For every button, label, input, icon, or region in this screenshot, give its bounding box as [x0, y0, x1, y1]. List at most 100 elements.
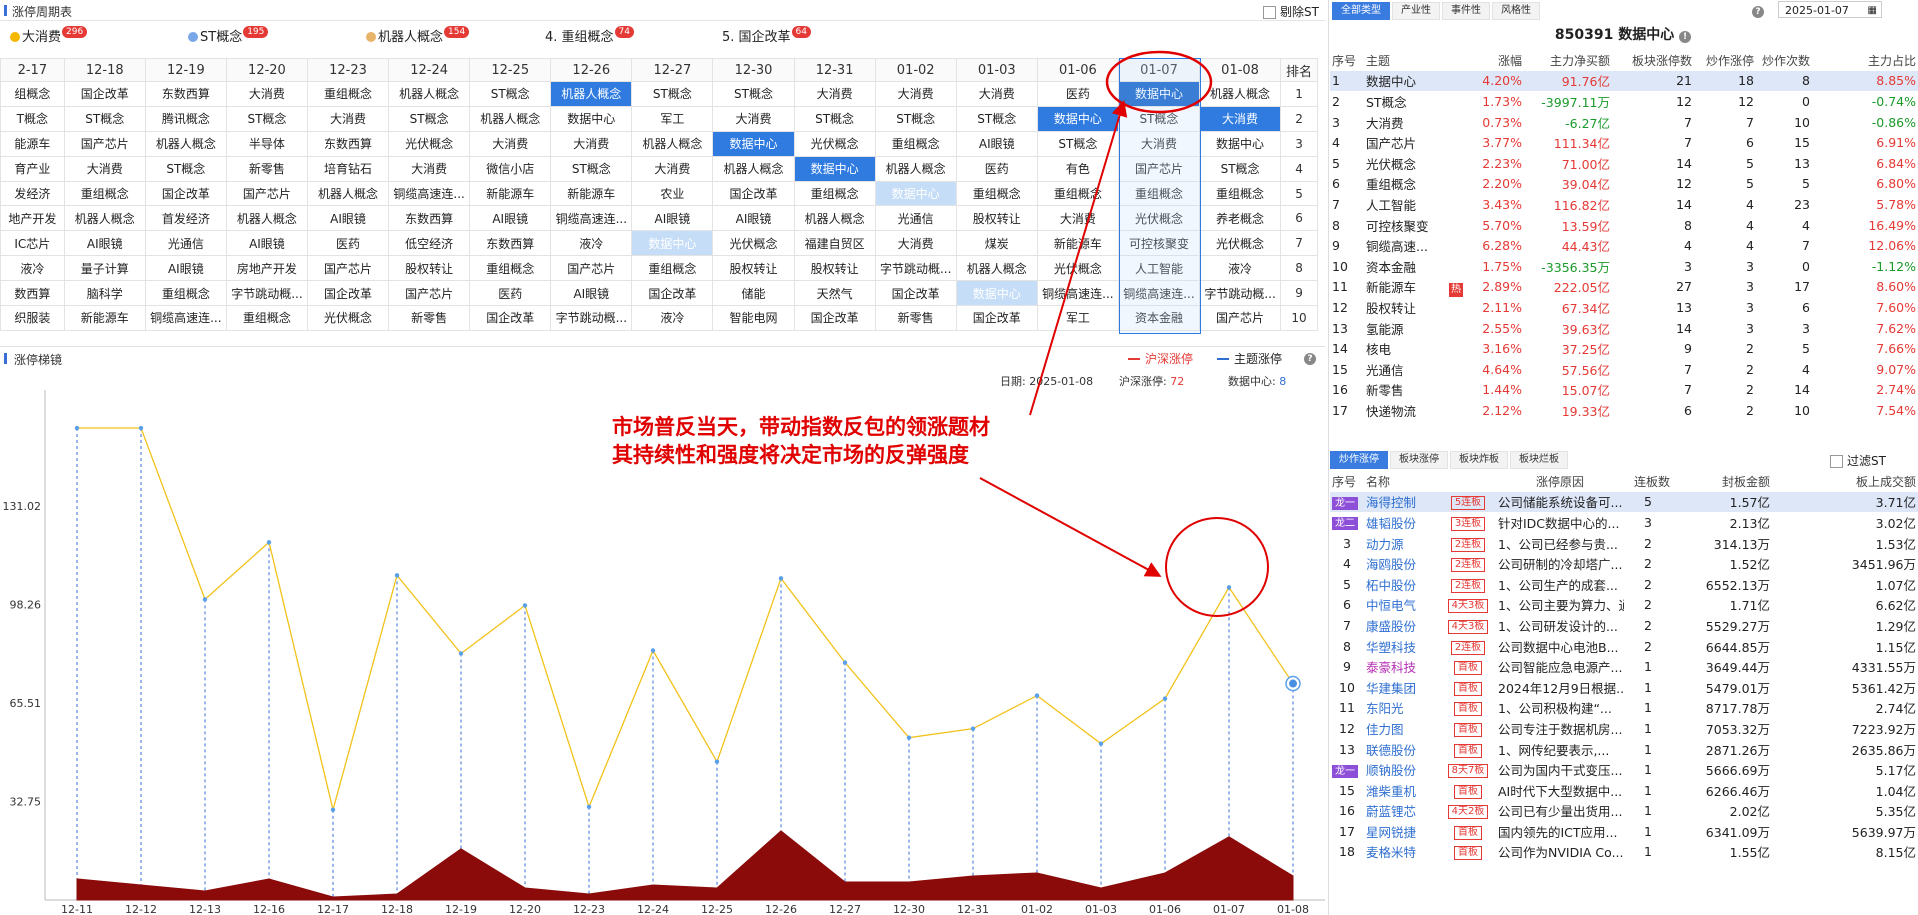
- stock-reason[interactable]: 1、公司主要为算力、通...: [1496, 595, 1624, 616]
- stock-name[interactable]: 动力源: [1364, 533, 1440, 554]
- sector-row[interactable]: 3 大消费 0.73% -6.27亿 7 7 10 -0.86%: [1330, 112, 1918, 133]
- stock-name[interactable]: 华塑科技: [1364, 636, 1440, 657]
- sector-header[interactable]: 主题: [1364, 50, 1458, 71]
- stock-row[interactable]: 9 泰豪科技 首板 公司智能应急电源产... 1 3649.44万 4331.55万: [1330, 656, 1918, 677]
- filter-st-toggle[interactable]: 过滤ST: [1830, 452, 1886, 469]
- sector-row[interactable]: 10 资本金融 1.75% -3356.35万 3 3 0 -1.12%: [1330, 256, 1918, 277]
- sector-row[interactable]: 14 核电 3.16% 37.25亿 9 2 5 7.66%: [1330, 338, 1918, 359]
- sector-header[interactable]: 炒作涨停: [1694, 50, 1756, 71]
- tab-event[interactable]: 事件性: [1442, 2, 1490, 20]
- stock-reason[interactable]: 公司为国内干式变压...: [1496, 759, 1624, 780]
- stock-name[interactable]: 康盛股份: [1364, 615, 1440, 636]
- stock-name[interactable]: 顺钠股份: [1364, 759, 1440, 780]
- filter-st-checkbox[interactable]: [1830, 455, 1843, 468]
- stock-header[interactable]: 序号: [1330, 471, 1364, 492]
- stock-name[interactable]: 泰豪科技: [1364, 656, 1440, 677]
- tab-all-types[interactable]: 全部类型: [1332, 2, 1390, 20]
- sector-row[interactable]: 7 人工智能 3.43% 116.82亿 14 4 23 5.78%: [1330, 194, 1918, 215]
- stock-name[interactable]: 联德股份: [1364, 739, 1440, 760]
- stock-reason[interactable]: 1、公司已经参与贵...: [1496, 533, 1624, 554]
- stock-header[interactable]: 连板数: [1624, 471, 1672, 492]
- stock-name[interactable]: 海得控制: [1364, 491, 1440, 513]
- tab-hype-limitup[interactable]: 炒作涨停: [1330, 451, 1388, 469]
- stock-name[interactable]: 蔚蓝锂芯: [1364, 801, 1440, 822]
- stock-name[interactable]: 佳力图: [1364, 718, 1440, 739]
- stock-row[interactable]: 12 佳力图 首板 公司专注于数据机房... 1 7053.32万 7223.92万: [1330, 718, 1918, 739]
- sector-header[interactable]: 序号: [1330, 50, 1364, 71]
- sector-row[interactable]: 2 ST概念 1.73% -3997.11万 12 12 0 -0.74%: [1330, 91, 1918, 112]
- stock-name[interactable]: 雄韬股份: [1364, 512, 1440, 533]
- stock-reason[interactable]: 2024年12月9日根据...: [1496, 677, 1624, 698]
- stock-name[interactable]: 东阳光: [1364, 698, 1440, 719]
- sector-row[interactable]: 9 铜缆高速... 6.28% 44.43亿 4 4 7 12.06%: [1330, 235, 1918, 256]
- stock-row[interactable]: 6 中恒电气4天3板1、公司主要为算力、通... 2 1.71亿 6.62亿: [1330, 595, 1918, 616]
- stock-name[interactable]: 华建集团: [1364, 677, 1440, 698]
- tab-style[interactable]: 风格性: [1492, 2, 1540, 20]
- stock-reason[interactable]: 公司专注于数据机房...: [1496, 718, 1624, 739]
- sector-row[interactable]: 1 数据中心 4.20% 91.76亿 21 18 8 8.85%: [1330, 70, 1918, 92]
- stock-reason[interactable]: 公司数据中心电池B...: [1496, 636, 1624, 657]
- tab-industry[interactable]: 产业性: [1392, 2, 1440, 20]
- sector-header[interactable]: 板块涨停数: [1612, 50, 1694, 71]
- stock-reason[interactable]: 1、公司生产的成套...: [1496, 574, 1624, 595]
- stock-row[interactable]: 10 华建集团 首板 2024年12月9日根据... 1 5479.01万 5361.42万: [1330, 677, 1918, 698]
- stock-row[interactable]: 5 柘中股份 2连板 1、公司生产的成套... 2 6552.13万 1.07亿: [1330, 574, 1918, 595]
- sector-row[interactable]: 4 国产芯片 3.77% 111.34亿 7 6 15 6.91%: [1330, 132, 1918, 153]
- tab-sector-rotten[interactable]: 板块烂板: [1510, 451, 1568, 469]
- sector-header[interactable]: 炒作次数: [1756, 50, 1812, 71]
- sector-header[interactable]: 主力净买额: [1524, 50, 1612, 71]
- stock-reason[interactable]: 公司储能系统设备可...: [1496, 491, 1624, 513]
- stock-reason[interactable]: 1、网传纪要表示,...: [1496, 739, 1624, 760]
- date-picker[interactable]: 2025-01-07 ▦: [1778, 1, 1882, 18]
- stock-header[interactable]: [1440, 471, 1496, 492]
- stock-name[interactable]: 麦格米特: [1364, 842, 1440, 863]
- stock-row[interactable]: 7 康盛股份 4天3板 1、公司研发设计的... 2 5529.27万 1.29亿: [1330, 615, 1918, 636]
- stock-row[interactable]: 龙二 雄韬股份 3连板 针对IDC数据中心的... 3 2.13亿 3.02亿: [1330, 512, 1918, 533]
- stock-row[interactable]: 3 动力源 2连板 1、公司已经参与贵... 2 314.13万 1.53亿: [1330, 533, 1918, 554]
- stock-row[interactable]: 15 潍柴重机 首板 AI时代下大型数据中... 1 6266.46万 1.04亿: [1330, 780, 1918, 801]
- stock-name[interactable]: 中恒电气: [1364, 595, 1440, 616]
- stock-name[interactable]: 海鸥股份: [1364, 553, 1440, 574]
- sector-row[interactable]: 6 重组概念 2.20% 39.04亿 12 5 5 6.80%: [1330, 174, 1918, 195]
- stock-name[interactable]: 柘中股份: [1364, 574, 1440, 595]
- sector-header[interactable]: 主力占比: [1812, 50, 1918, 71]
- calendar-icon[interactable]: ▦: [1868, 2, 1877, 19]
- tab-sector-broken[interactable]: 板块炸板: [1450, 451, 1508, 469]
- stock-header[interactable]: 封板金额: [1672, 471, 1772, 492]
- stock-reason[interactable]: AI时代下大型数据中...: [1496, 780, 1624, 801]
- stock-row[interactable]: 18 麦格米特 首板 公司作为NVIDIA Co... 1 1.55亿 8.15亿: [1330, 842, 1918, 863]
- stock-reason[interactable]: 国内领先的ICT应用...: [1496, 821, 1624, 842]
- sector-row[interactable]: 17 快递物流 2.12% 19.33亿 6 2 10 7.54%: [1330, 400, 1918, 421]
- stock-row[interactable]: 龙一 海得控制 5连板 公司储能系统设备可... 5 1.57亿 3.71亿: [1330, 491, 1918, 513]
- stock-name[interactable]: 星网锐捷: [1364, 821, 1440, 842]
- sector-row[interactable]: 8 可控核聚变 5.70% 13.59亿 8 4 4 16.49%: [1330, 215, 1918, 236]
- sector-row[interactable]: 12 股权转让 2.11% 67.34亿 13 3 6 7.60%: [1330, 297, 1918, 318]
- stock-reason[interactable]: 针对IDC数据中心的...: [1496, 512, 1624, 533]
- stock-reason[interactable]: 公司研制的冷却塔广...: [1496, 553, 1624, 574]
- sector-info-icon[interactable]: !: [1679, 31, 1692, 43]
- stock-reason[interactable]: 公司已有少量出货用...: [1496, 801, 1624, 822]
- stock-row[interactable]: 4 海鸥股份 2连板 公司研制的冷却塔广... 2 1.52亿 3451.96万: [1330, 553, 1918, 574]
- sector-row[interactable]: 15 光通信 4.64% 57.56亿 7 2 4 9.07%: [1330, 359, 1918, 380]
- stock-name[interactable]: 潍柴重机: [1364, 780, 1440, 801]
- sector-row[interactable]: 13 氢能源 2.55% 39.63亿 14 3 3 7.62%: [1330, 318, 1918, 339]
- tab-sector-limitup[interactable]: 板块涨停: [1390, 451, 1448, 469]
- stock-reason[interactable]: 公司作为NVIDIA Co...: [1496, 842, 1624, 863]
- sector-row[interactable]: 16 新零售 1.44% 15.07亿 7 2 14 2.74%: [1330, 380, 1918, 401]
- stock-reason[interactable]: 公司智能应急电源产...: [1496, 656, 1624, 677]
- stock-reason[interactable]: 1、公司积极构建“...: [1496, 698, 1624, 719]
- stock-row[interactable]: 16 蔚蓝锂芯 4天2板 公司已有少量出货用... 1 2.02亿 5.35亿: [1330, 801, 1918, 822]
- date-help-icon[interactable]: ?: [1752, 3, 1764, 18]
- stock-row[interactable]: 龙一 顺钠股份 8天7板 公司为国内干式变压... 1 5666.69万 5.17亿: [1330, 759, 1918, 780]
- stock-row[interactable]: 11 东阳光 首板 1、公司积极构建“... 1 8717.78万 2.74亿: [1330, 698, 1918, 719]
- stock-row[interactable]: 8 华塑科技 2连板 公司数据中心电池B... 2 6644.85万 1.15亿: [1330, 636, 1918, 657]
- sector-header[interactable]: 涨幅: [1458, 50, 1524, 71]
- stock-header[interactable]: 名称: [1364, 471, 1440, 492]
- sector-row[interactable]: 5 光伏概念 2.23% 71.00亿 14 5 13 6.84%: [1330, 153, 1918, 174]
- stock-reason[interactable]: 1、公司研发设计的...: [1496, 615, 1624, 636]
- sector-row[interactable]: 11 新能源车 2.89% 222.05亿 27 3 17 8.60%: [1330, 277, 1918, 298]
- stock-header[interactable]: 板上成交额: [1772, 471, 1918, 492]
- stock-row[interactable]: 17 星网锐捷 首板 国内领先的ICT应用... 1 6341.09万 5639.97万: [1330, 821, 1918, 842]
- stock-header[interactable]: 涨停原因: [1496, 471, 1624, 492]
- stock-row[interactable]: 13 联德股份 首板 1、网传纪要表示,... 1 2871.26万 2635.86万: [1330, 739, 1918, 760]
